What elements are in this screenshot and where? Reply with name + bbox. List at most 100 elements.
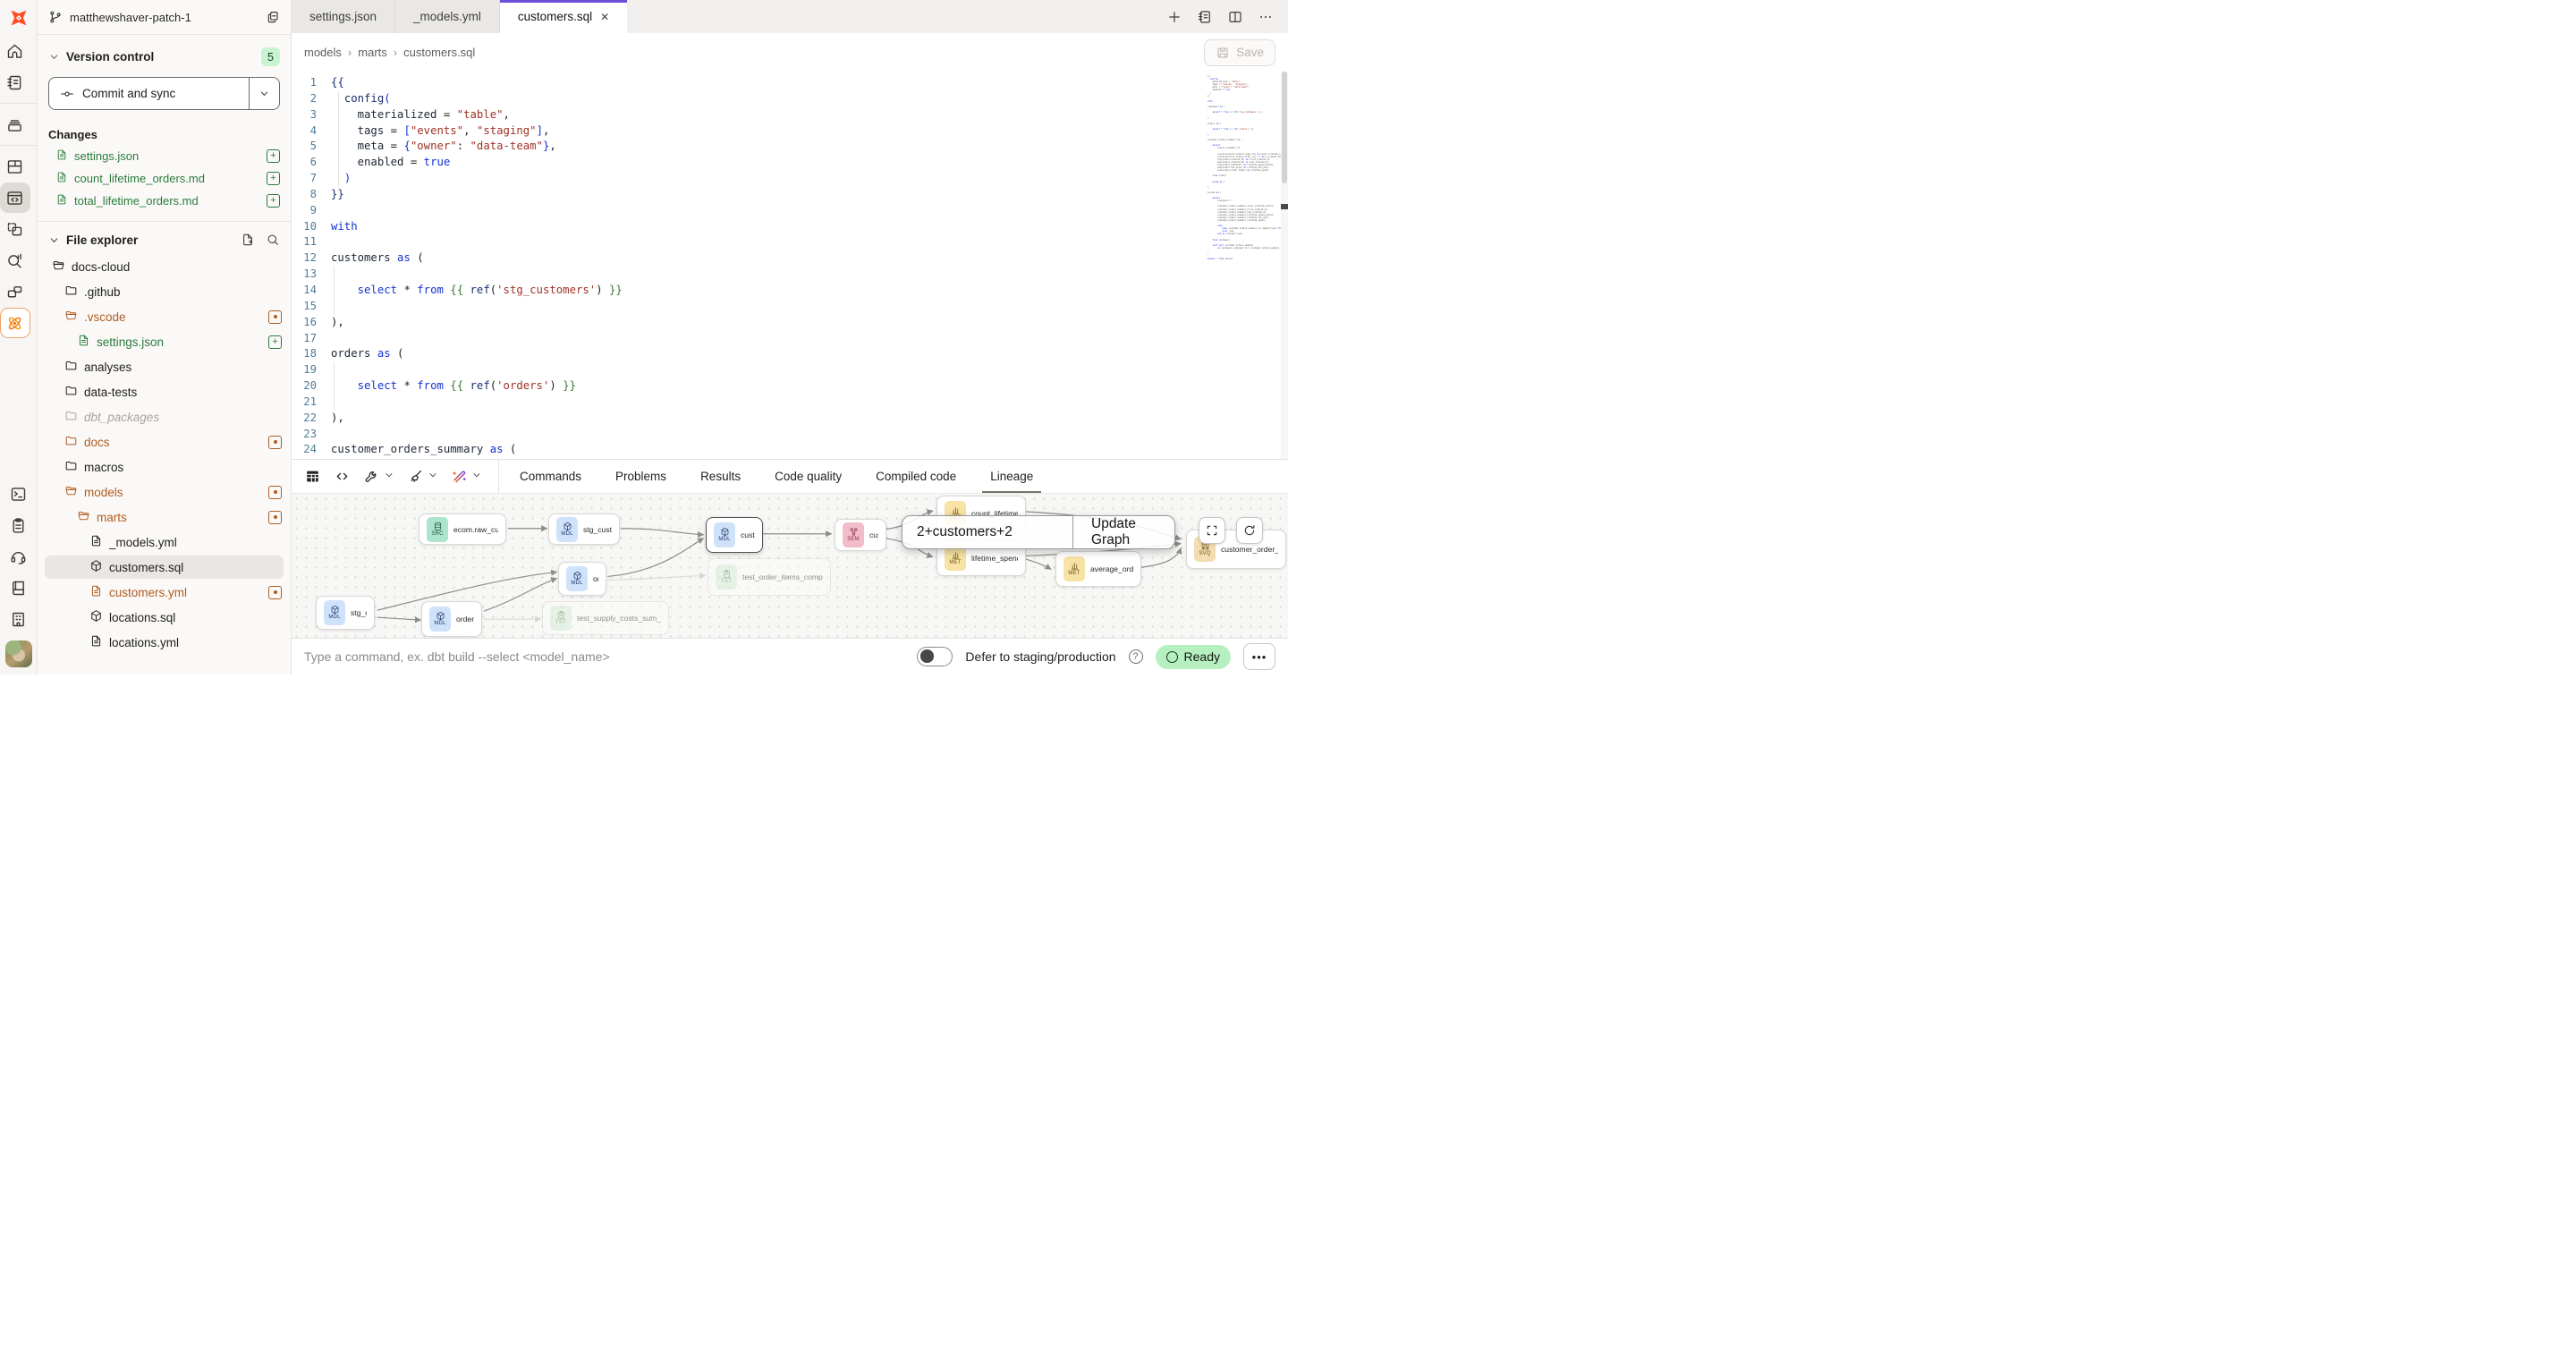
code-line[interactable]: 22), — [292, 411, 1288, 427]
stage-add-badge[interactable]: + — [267, 194, 280, 208]
help-icon[interactable]: ? — [1129, 649, 1143, 664]
close-icon[interactable]: ✕ — [600, 11, 609, 23]
panel-tab-commands[interactable]: Commands — [503, 460, 598, 494]
file-explorer-header[interactable]: File explorer — [38, 222, 291, 252]
lineage-node-ecom-raw-customers[interactable]: SRC ecom.raw_customers — [419, 513, 506, 545]
tab-customers-sql[interactable]: customers.sql✕ — [500, 0, 627, 33]
code-line[interactable]: 10with — [292, 219, 1288, 235]
tree-item-customers-sql[interactable]: customers.sql — [38, 555, 291, 580]
tree-item-locations-sql[interactable]: locations.sql — [38, 605, 291, 630]
status-badge[interactable]: Ready — [1156, 645, 1231, 669]
stage-add-badge[interactable]: + — [267, 172, 280, 185]
panel-tab-compiled-code[interactable]: Compiled code — [859, 460, 973, 494]
version-control-header[interactable]: Version control 5 — [38, 35, 291, 73]
code-line[interactable]: 12customers as ( — [292, 250, 1288, 267]
lineage-node-stg-orders[interactable]: MDL stg_orders — [316, 596, 375, 630]
update-graph-button[interactable]: Update Graph — [1072, 516, 1174, 548]
changed-file-row[interactable]: count_lifetime_orders.md + — [38, 167, 291, 190]
lineage-node-test-order-items-compute-to-bools-correctly[interactable]: TST test_order_items_compute_to_bools_co… — [708, 558, 831, 596]
changed-file-row[interactable]: total_lifetime_orders.md + — [38, 190, 291, 212]
notebook-icon[interactable] — [1197, 9, 1213, 25]
dbt-logo[interactable] — [0, 0, 37, 35]
code-line[interactable]: 24customer_orders_summary as ( — [292, 442, 1288, 458]
code-icon[interactable] — [334, 468, 351, 485]
tab-settings-json[interactable]: settings.json — [292, 0, 395, 33]
more-horizontal-icon[interactable] — [1258, 9, 1274, 25]
chevron-down-icon[interactable] — [471, 470, 482, 483]
book-icon[interactable] — [4, 573, 34, 603]
tab--models-yml[interactable]: _models.yml — [395, 0, 500, 33]
tree-item-models[interactable]: models — [38, 479, 291, 505]
home-icon[interactable] — [0, 36, 30, 66]
tree-item--vscode[interactable]: .vscode — [38, 304, 291, 329]
code-line[interactable]: 20 select * from {{ ref('orders') }} — [292, 378, 1288, 395]
commit-and-sync-button[interactable]: Commit and sync — [49, 78, 249, 109]
lineage-node-order-items[interactable]: MDL order_items — [421, 601, 482, 637]
tree-item-docs[interactable]: docs — [38, 429, 291, 454]
code-line[interactable]: 21 — [292, 395, 1288, 411]
refresh-button[interactable] — [1236, 517, 1263, 544]
dashboard-icon[interactable] — [0, 151, 30, 182]
tree-item--github[interactable]: .github — [38, 279, 291, 304]
broom-icon[interactable] — [407, 468, 438, 485]
headset-icon[interactable] — [4, 541, 34, 572]
tree-item-locations-yml[interactable]: locations.yml — [38, 630, 291, 655]
magic-wand-icon[interactable] — [451, 468, 482, 485]
code-line[interactable]: 6 enabled = true — [292, 155, 1288, 171]
wrench-icon[interactable] — [363, 468, 394, 485]
copy-icon[interactable] — [266, 10, 280, 24]
breadcrumb-item[interactable]: customers.sql — [403, 46, 475, 59]
terminal-icon[interactable] — [4, 479, 34, 509]
search-icon[interactable] — [266, 233, 280, 247]
code-line[interactable]: 2 config( — [292, 91, 1288, 107]
more-options-button[interactable]: ••• — [1243, 643, 1275, 670]
tree-item-data-tests[interactable]: data-tests — [38, 379, 291, 404]
tree-item-dbt-packages[interactable]: dbt_packages — [38, 404, 291, 429]
minimap[interactable]: {{ config( materialized = "table", tags … — [1208, 75, 1275, 260]
windows-icon[interactable] — [0, 276, 30, 307]
tree-item-settings-json[interactable]: settings.json+ — [38, 329, 291, 354]
code-line[interactable]: 23 — [292, 427, 1288, 443]
inbox-icon[interactable] — [0, 109, 30, 140]
panel-tab-code-quality[interactable]: Code quality — [758, 460, 859, 494]
defer-toggle[interactable] — [917, 647, 953, 666]
lineage-node-stg-customers[interactable]: MDL stg_customers — [548, 513, 620, 545]
new-file-icon[interactable] — [241, 233, 255, 247]
code-editor[interactable]: 1{{2 config(3 materialized = "table",4 t… — [292, 72, 1288, 459]
notebook-icon[interactable] — [0, 67, 30, 98]
lineage-canvas[interactable]: SRC ecom.raw_customers MDL stg_customers M… — [292, 493, 1288, 638]
code-line[interactable]: 7 ) — [292, 171, 1288, 187]
user-avatar[interactable] — [5, 641, 32, 667]
code-line[interactable]: 18orders as ( — [292, 346, 1288, 362]
code-line[interactable]: 14 select * from {{ ref('stg_customers')… — [292, 283, 1288, 299]
frame-select-icon[interactable] — [0, 214, 30, 244]
code-editor-icon[interactable] — [0, 182, 30, 213]
lineage-selector-input[interactable]: 2+customers+2 — [902, 516, 1072, 548]
building-icon[interactable] — [4, 604, 34, 634]
code-line[interactable]: 8}} — [292, 187, 1288, 203]
tree-item-macros[interactable]: macros — [38, 454, 291, 479]
code-line[interactable]: 9 — [292, 203, 1288, 219]
code-line[interactable]: 13 — [292, 267, 1288, 283]
ai-atom-icon[interactable] — [0, 308, 30, 338]
code-line[interactable]: 4 tags = ["events", "staging"], — [292, 123, 1288, 140]
tree-item-marts[interactable]: marts — [38, 505, 291, 530]
tree-item-customers-yml[interactable]: customers.yml — [38, 580, 291, 605]
query-explore-icon[interactable] — [0, 245, 30, 276]
tree-item-docs-cloud[interactable]: docs-cloud — [38, 254, 291, 279]
code-line[interactable]: 15 — [292, 299, 1288, 315]
breadcrumb-item[interactable]: models — [304, 46, 342, 59]
stage-add-badge[interactable]: + — [267, 149, 280, 163]
code-line[interactable]: 17 — [292, 331, 1288, 347]
tree-item--models-yml[interactable]: _models.yml — [38, 530, 291, 555]
breadcrumb-item[interactable]: marts — [358, 46, 387, 59]
changed-file-row[interactable]: settings.json + — [38, 145, 291, 167]
code-line[interactable]: 3 materialized = "table", — [292, 107, 1288, 123]
lineage-node-orders[interactable]: MDL orders — [558, 562, 606, 596]
fullscreen-button[interactable] — [1199, 517, 1225, 544]
results-table-icon[interactable] — [304, 468, 321, 485]
code-line[interactable]: 1{{ — [292, 75, 1288, 91]
lineage-node-test-supply-costs-sum-correctly[interactable]: TST test_supply_costs_sum_correctly — [542, 601, 669, 635]
code-line[interactable]: 19 — [292, 362, 1288, 378]
save-button[interactable]: Save — [1204, 39, 1275, 66]
